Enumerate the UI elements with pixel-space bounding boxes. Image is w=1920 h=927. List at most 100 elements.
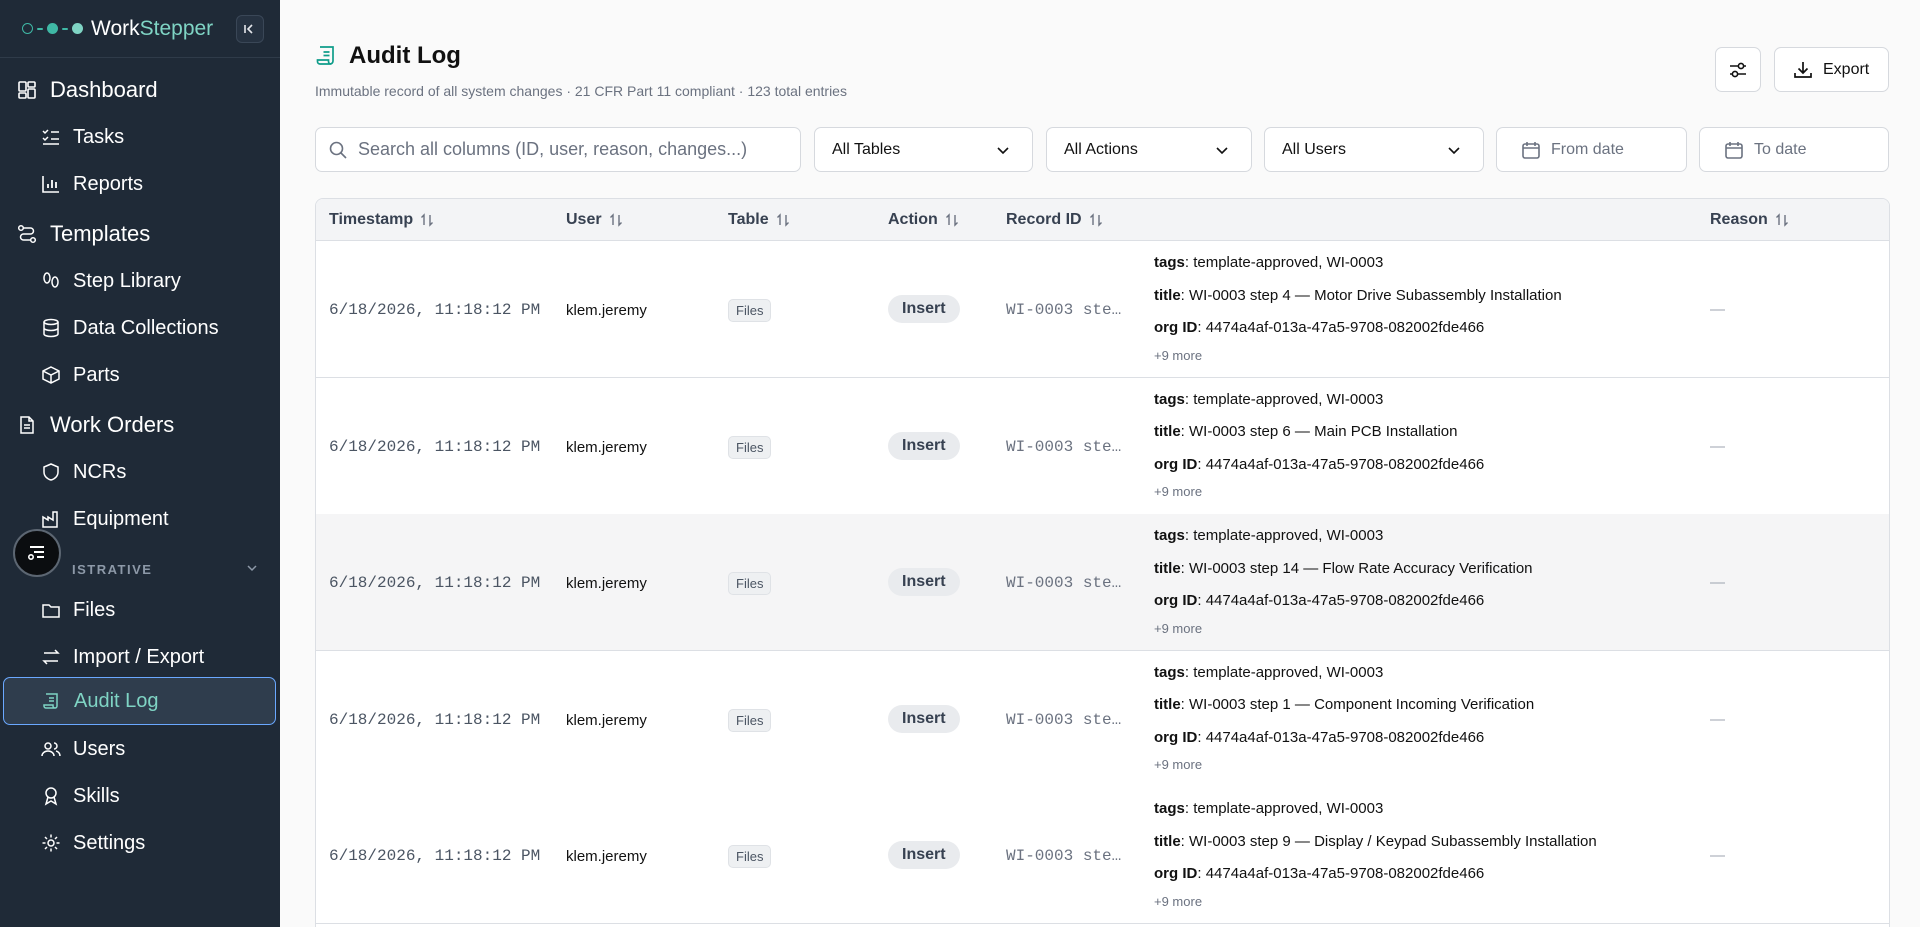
record-id-cell[interactable]: WI-0003 ste…: [1006, 847, 1126, 865]
main-content: Audit Log Immutable record of all system…: [280, 0, 1920, 927]
search-input[interactable]: [358, 139, 778, 160]
table-row[interactable]: 6/18/2026, 11:18:12 PM klem.jeremy Files…: [316, 377, 1889, 515]
user-filter-select[interactable]: All Users: [1264, 127, 1484, 172]
sidebar: WorkStepper Dashboard Tasks Reports Temp…: [0, 0, 280, 927]
record-id-cell[interactable]: WI-0003 ste…: [1006, 711, 1126, 729]
table-row[interactable]: 6/18/2026, 11:18:12 PM klem.jeremy Files…: [316, 241, 1889, 378]
record-id-cell[interactable]: WI-0003 ste…: [1006, 438, 1126, 456]
table-badge: Files: [728, 708, 772, 732]
bar-chart-icon: [40, 173, 62, 195]
folder-icon: [40, 599, 62, 621]
export-button[interactable]: Export: [1774, 47, 1889, 92]
sidebar-item-label: Import / Export: [73, 645, 205, 668]
more-changes-link[interactable]: +9 more: [1154, 757, 1534, 772]
action-badge: Insert: [888, 841, 960, 869]
sidebar-item-label: Audit Log: [74, 689, 159, 712]
reason-cell: —: [1710, 574, 1725, 591]
sidebar-item-reports[interactable]: Reports: [0, 164, 280, 204]
sort-icon: [421, 213, 434, 227]
table-badge: Files: [728, 299, 772, 322]
sidebar-item-files[interactable]: Files: [0, 590, 280, 630]
sidebar-item-parts[interactable]: Parts: [0, 355, 280, 395]
task-list-icon: [40, 126, 62, 148]
sidebar-item-label: Tasks: [73, 125, 125, 148]
sidebar-item-audit-log[interactable]: Audit Log: [3, 677, 276, 725]
sidebar-item-label: Files: [73, 598, 116, 621]
sidebar-item-import-export[interactable]: Import / Export: [0, 637, 280, 677]
change-title: title: WI-0003 step 6 — Main PCB Install…: [1154, 423, 1458, 440]
column-header-reason[interactable]: Reason: [1710, 211, 1790, 229]
to-date-placeholder: To date: [1754, 140, 1807, 158]
column-header-user[interactable]: User: [566, 211, 624, 229]
quick-menu-button[interactable]: [13, 529, 61, 577]
sidebar-item-label: Skills: [73, 784, 120, 807]
column-header-action[interactable]: Action: [888, 211, 960, 229]
change-tags: tags: template-approved, WI-0003: [1154, 527, 1384, 544]
sidebar-item-label: Data Collections: [73, 316, 219, 339]
action-filter-select[interactable]: All Actions: [1046, 127, 1252, 172]
shield-icon: [40, 461, 62, 483]
sidebar-item-label: Settings: [73, 831, 146, 854]
action-badge: Insert: [888, 295, 960, 323]
changes-cell: tags: template-approved, WI-0003 title: …: [1154, 798, 1597, 909]
sort-icon: [776, 213, 789, 227]
timestamp-cell: 6/18/2026, 11:18:12 PM: [329, 574, 541, 592]
more-changes-link[interactable]: +9 more: [1154, 894, 1597, 909]
users-icon: [40, 738, 62, 760]
sidebar-item-dashboard[interactable]: Dashboard: [0, 70, 280, 110]
record-id-cell[interactable]: WI-0003 ste…: [1006, 301, 1126, 319]
reason-cell: —: [1710, 847, 1725, 864]
sidebar-item-templates[interactable]: Templates: [0, 214, 280, 254]
change-title: title: WI-0003 step 4 — Motor Drive Suba…: [1154, 286, 1562, 304]
table-row[interactable]: 6/18/2026, 11:18:12 PM klem.jeremy Files…: [316, 650, 1889, 788]
table-filter-select[interactable]: All Tables: [814, 127, 1033, 172]
to-date-picker[interactable]: To date: [1699, 127, 1889, 172]
sidebar-item-work-orders[interactable]: Work Orders: [0, 405, 280, 445]
record-id-cell[interactable]: WI-0003 ste…: [1006, 574, 1126, 592]
sidebar-item-tasks[interactable]: Tasks: [0, 117, 280, 157]
collapse-sidebar-button[interactable]: [236, 15, 264, 43]
column-settings-button[interactable]: [1715, 47, 1761, 92]
reason-cell: —: [1710, 301, 1725, 318]
more-changes-link[interactable]: +9 more: [1154, 348, 1562, 363]
sidebar-item-ncrs[interactable]: NCRs: [0, 452, 280, 492]
logo-icon: [22, 23, 83, 34]
more-changes-link[interactable]: +9 more: [1154, 484, 1484, 499]
user-cell: klem.jeremy: [566, 575, 647, 592]
column-header-record-id[interactable]: Record ID: [1006, 211, 1104, 229]
page-title: Audit Log: [349, 42, 461, 69]
chevron-down-icon: [1445, 141, 1463, 164]
table-filter-value: All Tables: [832, 140, 901, 158]
collapse-icon: [244, 24, 253, 34]
column-header-timestamp[interactable]: Timestamp: [329, 211, 435, 229]
change-tags: tags: template-approved, WI-0003: [1154, 390, 1384, 408]
sidebar-item-skills[interactable]: Skills: [0, 776, 280, 816]
sort-icon: [1775, 213, 1788, 227]
calendar-icon: [1522, 141, 1540, 159]
sidebar-item-settings[interactable]: Settings: [0, 823, 280, 863]
change-tags: tags: template-approved, WI-0003: [1154, 663, 1384, 681]
table-header: Timestamp User Table Action Record ID Re…: [316, 199, 1889, 241]
change-org-id: org ID: 4474a4af-013a-47a5-9708-082002fd…: [1154, 865, 1485, 882]
from-date-picker[interactable]: From date: [1496, 127, 1687, 172]
footprints-icon: [40, 270, 62, 292]
sort-icon: [609, 213, 622, 227]
action-badge: Insert: [888, 568, 960, 596]
database-icon: [40, 317, 62, 339]
search-box[interactable]: [315, 127, 801, 172]
sidebar-item-users[interactable]: Users: [0, 729, 280, 769]
table-row[interactable]: 6/18/2026, 11:18:12 PM klem.jeremy Files…: [316, 514, 1889, 651]
sidebar-item-label: Step Library: [73, 269, 181, 292]
action-filter-value: All Actions: [1064, 140, 1138, 158]
more-changes-link[interactable]: +9 more: [1154, 621, 1533, 636]
user-cell: klem.jeremy: [566, 711, 647, 729]
change-title: title: WI-0003 step 1 — Component Incomi…: [1154, 696, 1535, 713]
column-header-table[interactable]: Table: [728, 211, 791, 229]
table-row[interactable]: 6/18/2026, 11:18:12 PM klem.jeremy Files…: [316, 787, 1889, 924]
change-org-id: org ID: 4474a4af-013a-47a5-9708-082002fd…: [1154, 728, 1485, 746]
change-org-id: org ID: 4474a4af-013a-47a5-9708-082002fd…: [1154, 455, 1485, 473]
sidebar-item-label: NCRs: [73, 460, 127, 483]
sidebar-item-step-library[interactable]: Step Library: [0, 261, 280, 301]
sidebar-item-data-collections[interactable]: Data Collections: [0, 308, 280, 348]
sidebar-item-label: Users: [73, 737, 126, 760]
